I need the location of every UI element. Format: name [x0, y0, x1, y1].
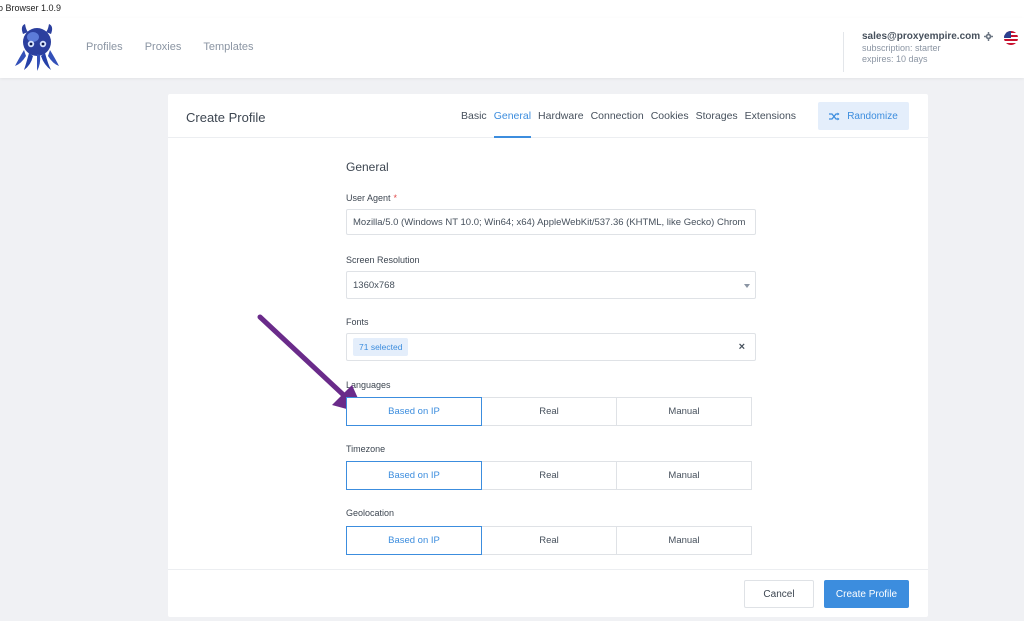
account-email-row[interactable]: sales@proxyempire.com — [862, 31, 994, 42]
us-flag-icon[interactable] — [1004, 31, 1018, 45]
timezone-segmented-control: Based on IP Real Manual — [346, 461, 752, 490]
chevron-down-icon — [744, 284, 750, 288]
tab-connection[interactable]: Connection — [591, 110, 644, 138]
screen-resolution-label: Screen Resolution — [346, 255, 420, 265]
create-profile-button[interactable]: Create Profile — [824, 580, 909, 608]
nav-item-templates[interactable]: Templates — [203, 41, 253, 53]
geolocation-option-real[interactable]: Real — [481, 526, 617, 555]
octopus-logo-icon[interactable] — [12, 22, 62, 72]
card-header: Create Profile Basic General Hardware Co… — [168, 94, 928, 138]
top-navigation-bar: Profiles Proxies Templates sales@proxyem… — [0, 18, 1024, 78]
window-titlebar: o Browser 1.0.9 — [0, 0, 1024, 18]
geolocation-segmented-control: Based on IP Real Manual — [346, 526, 752, 555]
create-profile-card: Create Profile Basic General Hardware Co… — [168, 94, 928, 617]
gear-icon[interactable] — [984, 32, 994, 41]
user-agent-label-text: User Agent — [346, 193, 391, 203]
required-mark: * — [393, 193, 398, 203]
timezone-label: Timezone — [346, 444, 386, 454]
account-email: sales@proxyempire.com — [862, 31, 981, 42]
tab-storages[interactable]: Storages — [696, 110, 738, 138]
shuffle-icon — [829, 112, 840, 120]
languages-option-based-on-ip[interactable]: Based on IP — [346, 397, 482, 426]
timezone-option-manual[interactable]: Manual — [616, 461, 752, 490]
user-agent-value: Mozilla/5.0 (Windows NT 10.0; Win64; x64… — [353, 216, 746, 228]
tab-cookies[interactable]: Cookies — [651, 110, 689, 138]
fonts-multiselect[interactable]: 71 selected × — [346, 333, 756, 361]
languages-option-real[interactable]: Real — [481, 397, 617, 426]
languages-segmented-control: Based on IP Real Manual — [346, 397, 752, 426]
user-agent-label: User Agent * — [346, 193, 397, 203]
section-title: General — [346, 160, 389, 174]
timezone-option-real[interactable]: Real — [481, 461, 617, 490]
randomize-button[interactable]: Randomize — [818, 102, 909, 130]
window-title: o Browser 1.0.9 — [0, 3, 62, 13]
geolocation-option-based-on-ip[interactable]: Based on IP — [346, 526, 482, 555]
languages-label: Languages — [346, 380, 391, 390]
user-agent-input[interactable]: Mozilla/5.0 (Windows NT 10.0; Win64; x64… — [346, 209, 756, 235]
subscription-text: subscription: starter — [862, 43, 941, 53]
tab-hardware[interactable]: Hardware — [538, 110, 584, 138]
close-icon[interactable]: × — [739, 341, 745, 353]
main-nav: Profiles Proxies Templates — [86, 41, 254, 53]
fonts-selected-chip: 71 selected — [353, 338, 409, 356]
page-title: Create Profile — [186, 110, 266, 125]
geolocation-option-manual[interactable]: Manual — [616, 526, 752, 555]
tab-general[interactable]: General — [493, 110, 532, 138]
card-footer: Cancel Create Profile — [168, 569, 928, 617]
screen-resolution-select[interactable]: 1360x768 — [346, 271, 756, 299]
topbar-divider — [843, 32, 844, 72]
timezone-option-based-on-ip[interactable]: Based on IP — [346, 461, 482, 490]
tab-basic[interactable]: Basic — [461, 110, 487, 138]
tab-extensions[interactable]: Extensions — [745, 110, 796, 138]
profile-tabs: Basic General Hardware Connection Cookie… — [461, 110, 796, 138]
screen-resolution-value: 1360x768 — [353, 279, 395, 291]
expires-text: expires: 10 days — [862, 54, 928, 64]
cancel-button[interactable]: Cancel — [744, 580, 814, 608]
fonts-label: Fonts — [346, 317, 369, 327]
geolocation-label: Geolocation — [346, 508, 395, 518]
randomize-label: Randomize — [847, 110, 898, 122]
nav-item-profiles[interactable]: Profiles — [86, 41, 123, 53]
languages-option-manual[interactable]: Manual — [616, 397, 752, 426]
account-info: sales@proxyempire.com subscription: star… — [862, 31, 994, 65]
nav-item-proxies[interactable]: Proxies — [145, 41, 182, 53]
